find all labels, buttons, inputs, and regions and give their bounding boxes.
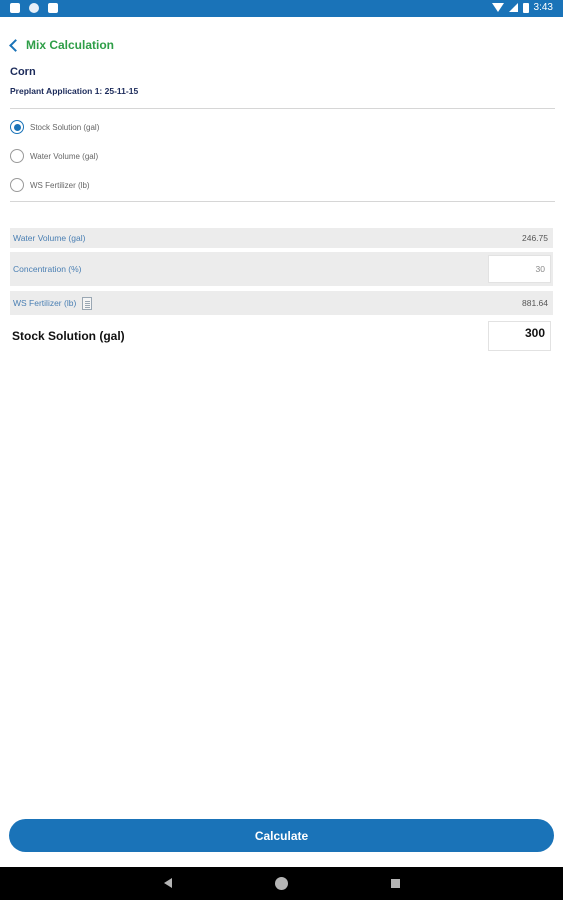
page-title: Mix Calculation: [26, 38, 115, 52]
stock-solution-row: Stock Solution (gal): [10, 320, 553, 352]
ws-fertilizer-row: WS Fertilizer (lb) 881.64: [10, 291, 553, 315]
battery-icon: [522, 2, 529, 13]
radio-button[interactable]: [10, 149, 24, 163]
concentration-label: Concentration (%): [13, 264, 82, 274]
status-right-icons: 3:43: [491, 2, 553, 13]
wifi-icon: [491, 3, 504, 12]
option-stock-solution[interactable]: Stock Solution (gal): [10, 120, 99, 134]
option-label: Water Volume (gal): [30, 151, 99, 161]
radio-button-selected[interactable]: [10, 120, 24, 134]
sd-card-icon: [48, 3, 58, 13]
divider-top: [10, 108, 555, 109]
ws-fertilizer-value: 881.64: [522, 298, 548, 308]
chevron-left-icon: [9, 38, 22, 52]
sync-icon: [29, 3, 39, 13]
option-label: Stock Solution (gal): [30, 122, 100, 132]
ws-fertilizer-label: WS Fertilizer (lb): [13, 298, 77, 308]
water-volume-label: Water Volume (gal): [13, 233, 86, 243]
status-left-icons: [10, 3, 58, 13]
ws-fertilizer-label-group: WS Fertilizer (lb): [13, 296, 93, 310]
stock-solution-label: Stock Solution (gal): [12, 329, 125, 343]
application-name: Preplant Application 1: 25-11-15: [10, 86, 139, 96]
back-button[interactable]: Mix Calculation: [8, 38, 114, 52]
option-water-volume[interactable]: Water Volume (gal): [10, 149, 98, 163]
status-bar: 3:43: [0, 0, 563, 17]
crop-name: Corn: [10, 66, 36, 78]
stock-solution-input[interactable]: [488, 321, 551, 351]
water-volume-value: 246.75: [522, 233, 548, 243]
calculate-button[interactable]: Calculate: [9, 819, 554, 852]
divider-bottom: [10, 201, 555, 202]
option-label: WS Fertilizer (lb): [30, 180, 90, 190]
water-volume-row: Water Volume (gal) 246.75: [10, 228, 553, 248]
radio-button[interactable]: [10, 178, 24, 192]
nav-back-icon[interactable]: [164, 878, 172, 888]
concentration-row: Concentration (%): [10, 252, 553, 286]
nav-home-icon[interactable]: [275, 877, 288, 890]
signal-icon: [508, 3, 518, 12]
status-time: 3:43: [533, 2, 553, 13]
concentration-input[interactable]: [488, 255, 551, 283]
notification-icon: [10, 3, 20, 13]
option-ws-fertilizer[interactable]: WS Fertilizer (lb): [10, 178, 90, 192]
document-icon[interactable]: [82, 296, 93, 310]
navigation-bar: [0, 867, 563, 900]
radio-dot: [13, 123, 21, 131]
nav-recent-apps-icon[interactable]: [391, 879, 400, 888]
